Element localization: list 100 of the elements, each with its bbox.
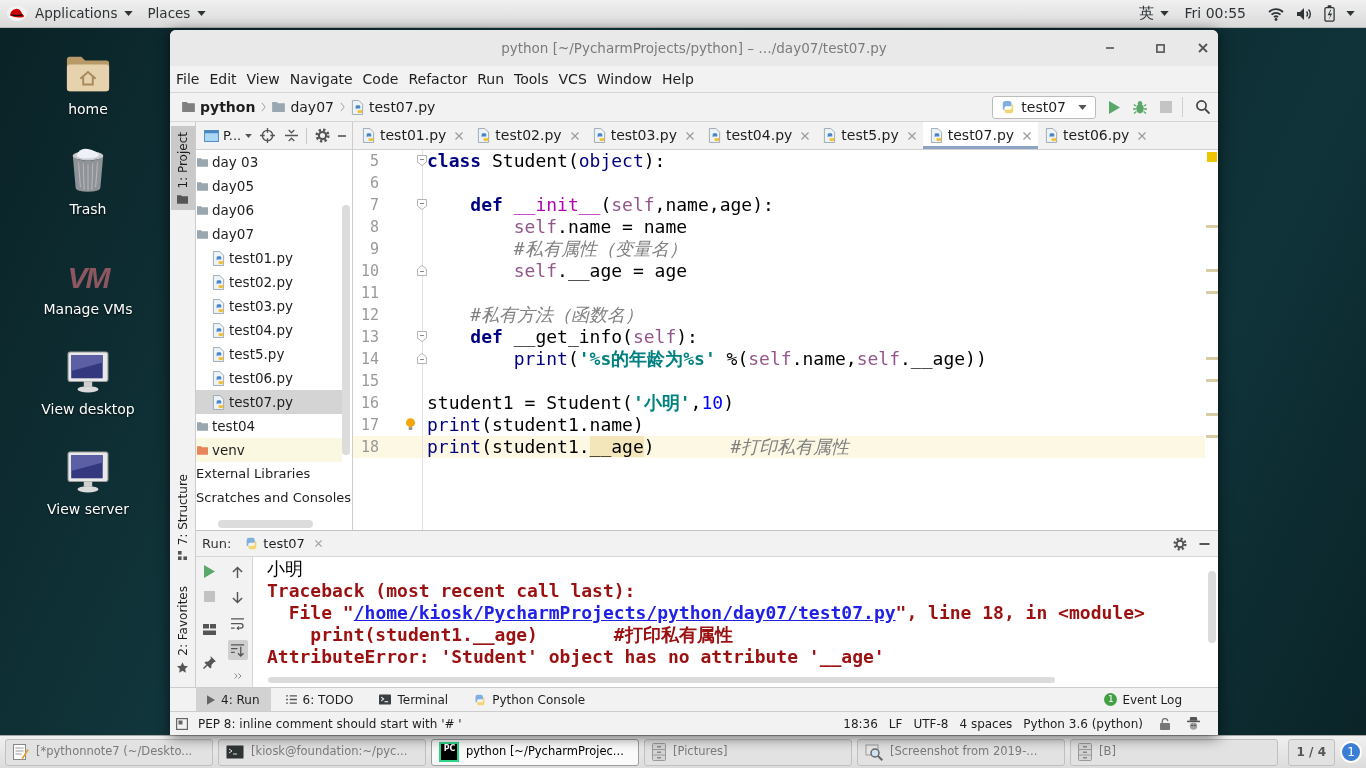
menu-item[interactable]: Code xyxy=(357,68,404,90)
tool-window-button[interactable]: Terminal xyxy=(368,688,460,711)
run-config-dropdown[interactable]: test07 xyxy=(992,95,1096,119)
shortcut-label[interactable]: Trash xyxy=(69,200,107,218)
settings-icon[interactable] xyxy=(315,128,331,143)
hat-person-icon[interactable] xyxy=(1187,717,1200,730)
play-icon[interactable] xyxy=(1109,100,1120,114)
shortcut-label[interactable]: View desktop xyxy=(41,400,135,418)
scrollbar-thumb[interactable] xyxy=(268,677,1055,683)
top-menu[interactable]: Applications xyxy=(28,0,141,27)
taskbar-item[interactable]: PC python [~/PycharmProjec... xyxy=(431,738,639,766)
editor-tab[interactable]: test02.py xyxy=(470,122,586,149)
caret-icon[interactable] xyxy=(1346,11,1355,16)
status-item[interactable]: UTF-8 xyxy=(913,714,949,733)
close-icon[interactable] xyxy=(1023,131,1032,140)
minimize-icon[interactable] xyxy=(1199,542,1210,545)
tree-item[interactable]: test07.py xyxy=(196,390,342,414)
status-item[interactable]: Python 3.6 (python) xyxy=(1023,714,1143,733)
status-item[interactable]: 18:36 xyxy=(843,714,878,733)
fold-marker-icon[interactable] xyxy=(417,155,427,166)
volume-icon[interactable] xyxy=(1296,6,1312,21)
side-tab[interactable]: 1: Project xyxy=(170,126,195,210)
shortcut-label[interactable]: View server xyxy=(47,500,129,518)
pin-icon[interactable] xyxy=(203,656,216,669)
notification-count[interactable]: 1 xyxy=(1340,741,1362,763)
menu-item[interactable]: Help xyxy=(657,68,699,90)
close-icon[interactable] xyxy=(1198,43,1208,53)
play-icon[interactable] xyxy=(204,565,215,578)
tree-item[interactable]: test03.py xyxy=(196,294,342,318)
status-item[interactable]: LF xyxy=(888,714,903,733)
monitor-icon[interactable] xyxy=(67,451,109,493)
tree-item[interactable]: test5.py xyxy=(196,342,342,366)
settings-icon[interactable] xyxy=(1173,536,1187,551)
menu-item[interactable]: VCS xyxy=(553,68,592,90)
scrollbar-thumb[interactable] xyxy=(1208,571,1216,643)
shortcut-label[interactable]: Manage VMs xyxy=(43,300,133,318)
tree-item[interactable]: Scratches and Consoles xyxy=(196,486,352,510)
menu-item[interactable]: Run xyxy=(472,68,510,90)
side-tab[interactable]: 2: Favorites xyxy=(170,580,195,679)
editor-tab[interactable]: test03.py xyxy=(585,122,701,149)
tree-item[interactable]: External Libraries xyxy=(196,462,342,486)
tree-item[interactable]: test06.py xyxy=(196,366,342,390)
tree-item[interactable]: day06 xyxy=(196,198,342,222)
hat-icon[interactable] xyxy=(7,6,27,21)
maximize-icon[interactable] xyxy=(1155,43,1165,53)
breadcrumb[interactable]: day07 xyxy=(272,96,334,118)
side-tab[interactable]: 7: Structure xyxy=(170,467,195,567)
tree-item[interactable]: day 03 xyxy=(196,150,342,174)
tree-item[interactable]: test02.py xyxy=(196,270,342,294)
breadcrumb[interactable]: test07.py xyxy=(351,96,436,118)
editor-tab[interactable]: test07.py xyxy=(922,122,1039,149)
editor-tab[interactable]: test5.py xyxy=(816,122,923,149)
menu-item[interactable]: View xyxy=(241,68,285,90)
lock-icon[interactable] xyxy=(1160,717,1170,730)
tool-window-button[interactable]: Python Console xyxy=(463,688,597,711)
breadcrumb[interactable]: python xyxy=(182,96,256,118)
tree-item[interactable]: day07 xyxy=(196,222,342,246)
fold-marker-icon[interactable] xyxy=(417,353,427,364)
file-link[interactable]: /home/kiosk/PycharmProjects/python/day07/test07.py xyxy=(353,602,896,623)
tree-item[interactable]: day05 xyxy=(196,174,342,198)
tool-windows-icon[interactable] xyxy=(176,717,188,730)
bug-icon[interactable] xyxy=(1133,100,1147,114)
tool-window-button[interactable]: 4: Run xyxy=(196,688,271,711)
target-icon[interactable] xyxy=(260,128,276,143)
clock[interactable]: Fri 00:55 xyxy=(1174,0,1256,27)
input-method-menu[interactable]: 英 xyxy=(1132,0,1175,27)
menu-item[interactable]: File xyxy=(171,68,205,90)
collapse-all-icon[interactable] xyxy=(285,129,299,142)
menu-item[interactable]: Refactor xyxy=(403,68,473,90)
tool-window-button[interactable]: 6: TODO xyxy=(274,688,365,711)
editor-tab[interactable]: test01.py xyxy=(355,122,471,149)
minus-icon[interactable] xyxy=(338,134,347,137)
scrollbar-thumb[interactable] xyxy=(342,205,350,455)
fold-marker-icon[interactable] xyxy=(417,331,427,342)
top-menu[interactable]: Places xyxy=(140,0,214,27)
menu-item[interactable]: Tools xyxy=(509,68,554,90)
editor-tab[interactable]: test06.py xyxy=(1038,122,1154,149)
lightbulb-icon[interactable] xyxy=(406,418,415,430)
menu-item[interactable]: Navigate xyxy=(284,68,358,90)
menu-item[interactable]: Window xyxy=(591,68,657,90)
tree-item[interactable]: test04.py xyxy=(196,318,342,342)
tree-item[interactable]: venv xyxy=(196,438,342,462)
console-option-button[interactable] xyxy=(227,640,248,660)
workspace-switcher[interactable]: 1 / 4 xyxy=(1287,738,1335,766)
tree-item[interactable]: test01.py xyxy=(196,246,342,270)
battery-icon[interactable] xyxy=(1324,5,1335,22)
fold-marker-icon[interactable] xyxy=(417,199,427,210)
wifi-icon[interactable] xyxy=(1268,6,1284,21)
tree-item[interactable]: test04 xyxy=(196,414,342,438)
search-icon[interactable] xyxy=(1196,100,1210,114)
event-log-button[interactable]: 1 Event Log xyxy=(1104,688,1182,711)
shortcut-label[interactable]: home xyxy=(68,100,108,118)
menu-item[interactable]: Edit xyxy=(204,68,242,90)
status-item[interactable]: 4 spaces xyxy=(959,714,1013,733)
fold-marker-icon[interactable] xyxy=(417,265,427,276)
monitor-icon[interactable] xyxy=(67,351,109,393)
layout-icon[interactable] xyxy=(203,624,216,635)
run-tab[interactable]: test07 xyxy=(245,531,322,556)
scrollbar-thumb[interactable] xyxy=(218,520,313,528)
editor-tab[interactable]: test04.py xyxy=(701,122,817,149)
